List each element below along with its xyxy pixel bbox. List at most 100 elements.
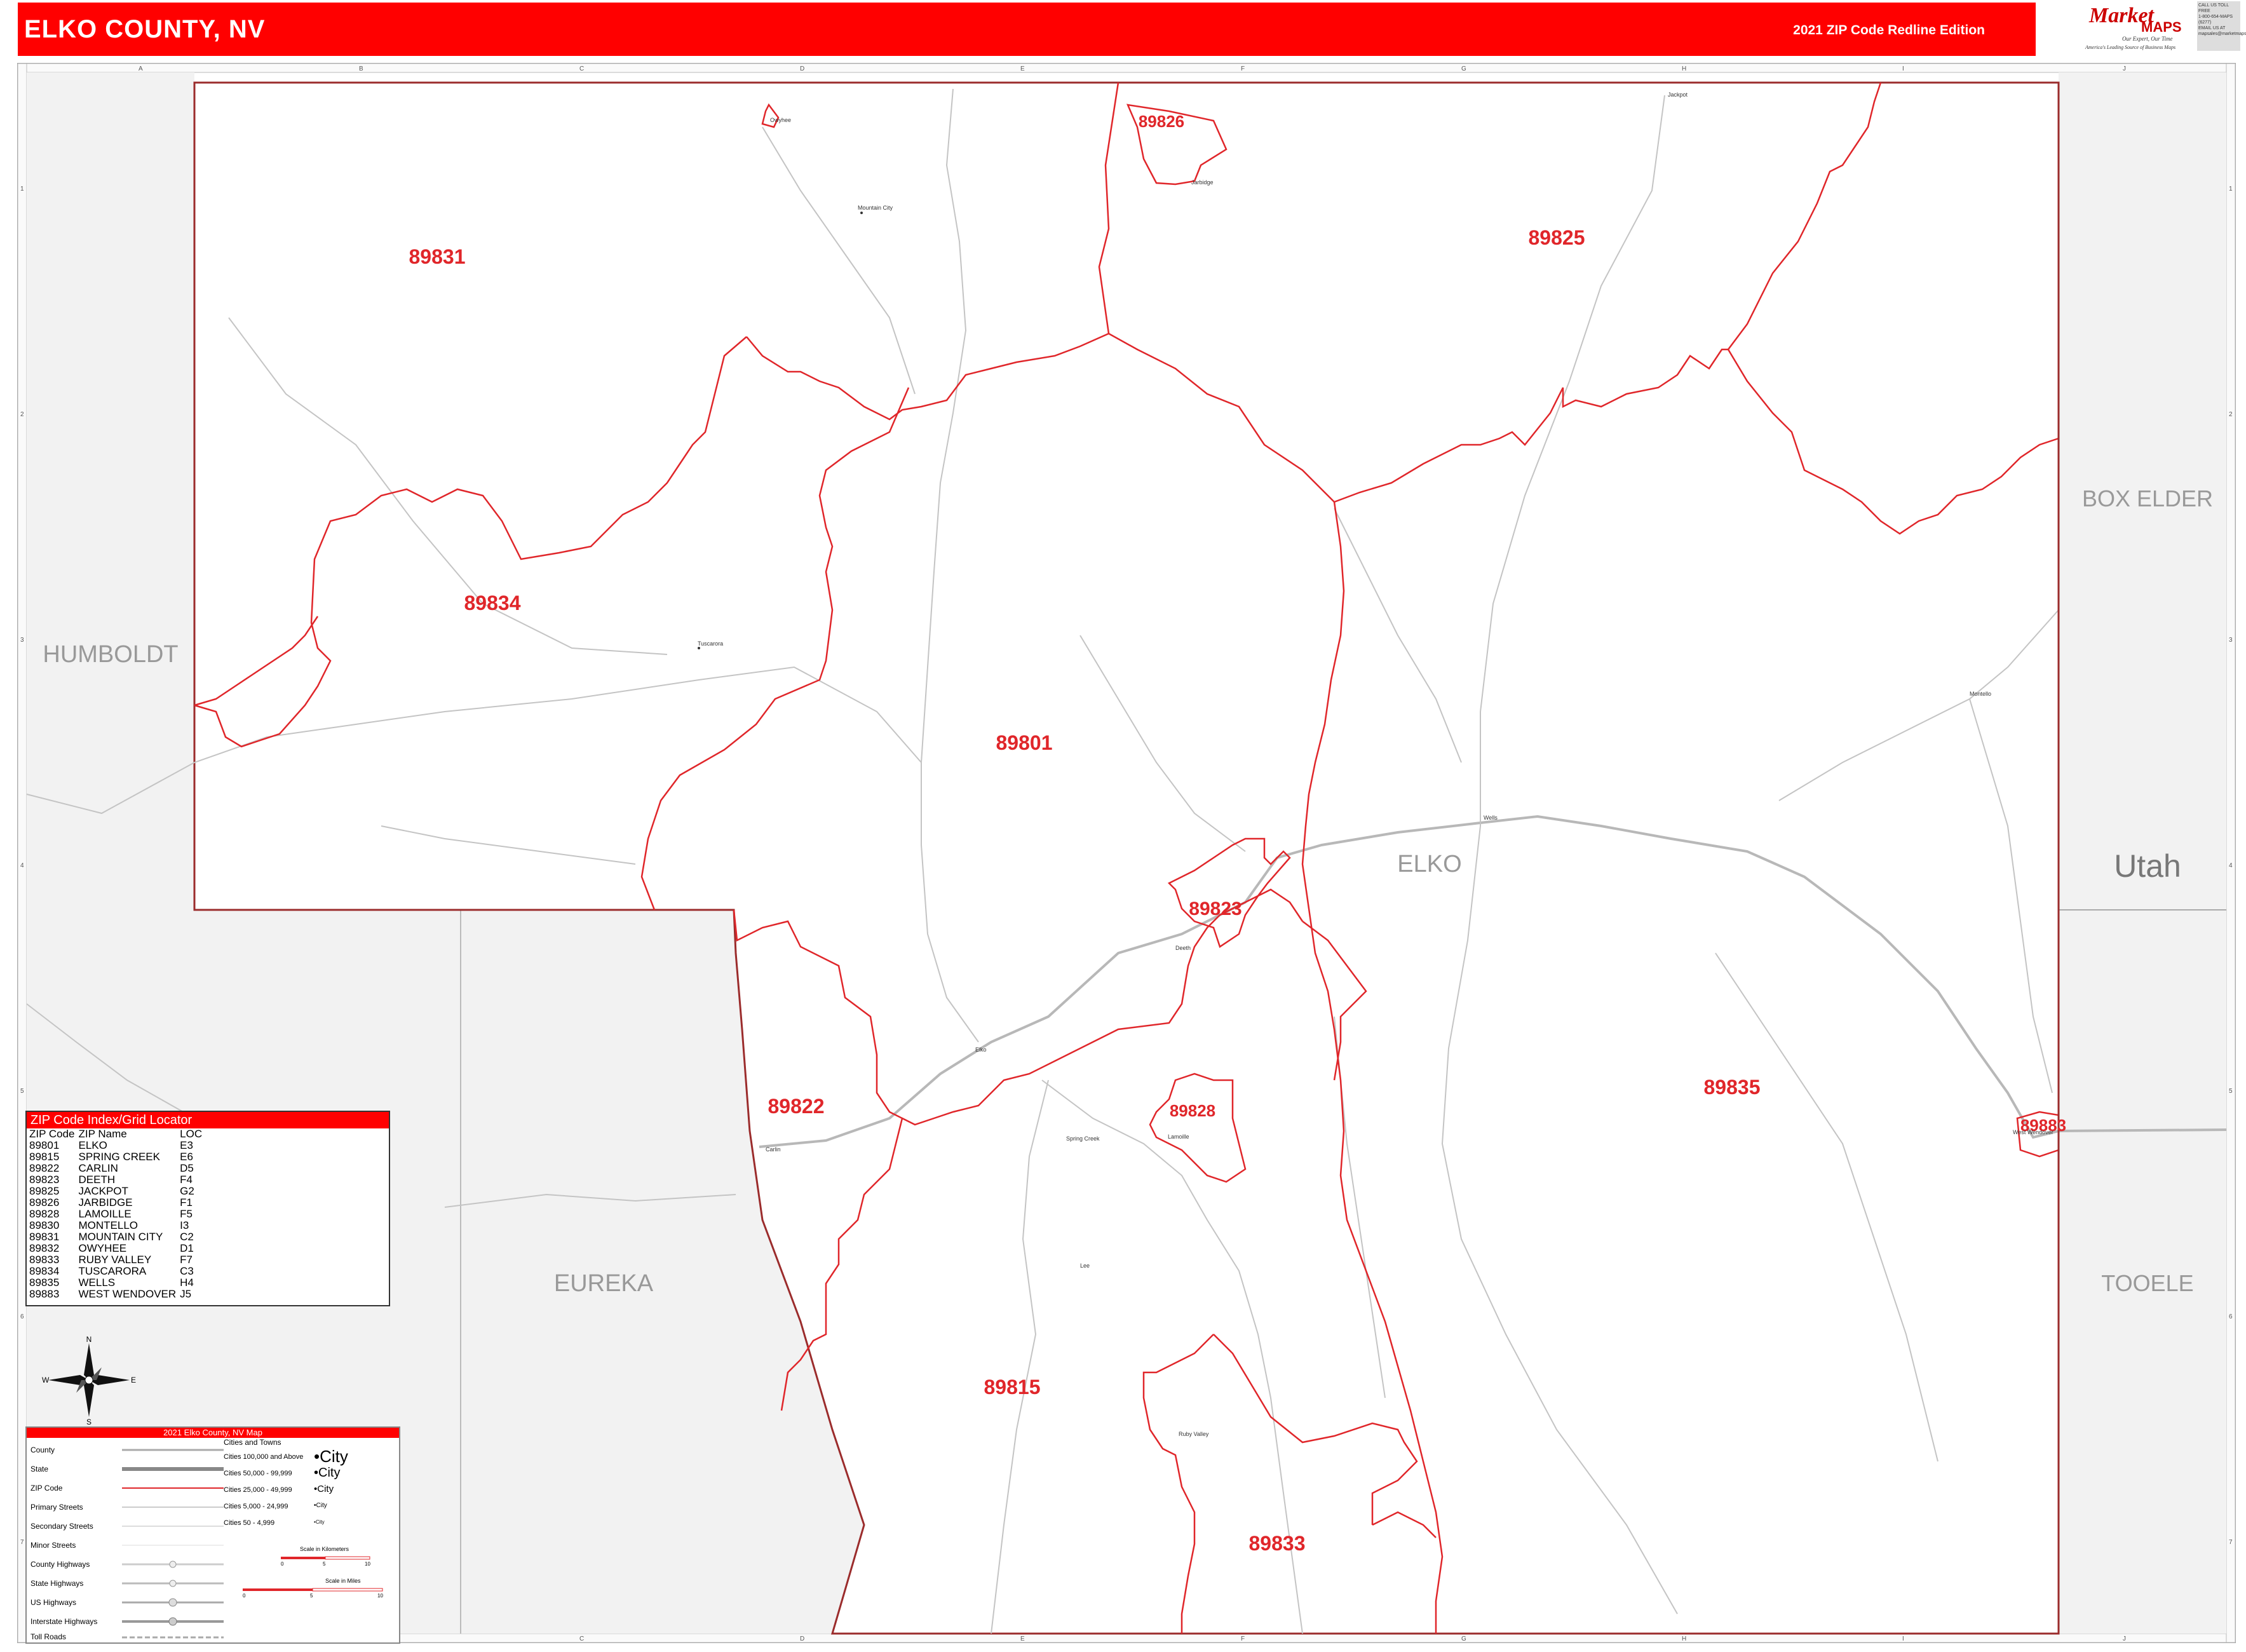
zip-loc-cell: J5 (180, 1288, 192, 1300)
town-carlin: Carlin (766, 1146, 781, 1153)
table-row: 89832 OWYHEE D1 (29, 1243, 206, 1254)
scale-bar-mi-seg-2 (312, 1588, 383, 1592)
zip-code-cell: 89825 (29, 1185, 60, 1197)
neighbor-label-box-elder: BOX ELDER (2082, 485, 2213, 511)
grid-row-4-right: 4 (2229, 862, 2233, 869)
grid-col-i-bottom: I (1902, 1635, 1904, 1642)
zip-loc-cell: F5 (180, 1208, 193, 1220)
legend-item-primary-streets: Primary Streets (30, 1503, 83, 1512)
zip-name-cell: JACKPOT (78, 1185, 128, 1197)
grid-col-d-bottom: D (800, 1635, 804, 1642)
zip-code-cell: 89801 (29, 1139, 60, 1151)
grid-col-a: A (139, 65, 143, 72)
grid-col-j-bottom: J (2123, 1635, 2126, 1642)
grid-col-i: I (1902, 65, 1904, 72)
zip-loc-cell: F4 (180, 1174, 193, 1186)
grid-col-h: H (1682, 65, 1686, 72)
zip-name-cell: ELKO (78, 1139, 107, 1151)
zip-name-cell: MOUNTAIN CITY (78, 1231, 163, 1243)
zip-label-89801: 89801 (996, 731, 1053, 754)
legend-city-sample-text: City (317, 1484, 334, 1494)
grid-row-7: 7 (20, 1539, 24, 1546)
grid-col-j: J (2123, 65, 2126, 72)
zip-loc-cell: D5 (180, 1162, 194, 1174)
zip-index-table: ZIP Code ZIP Name LOC 89801 ELKO E3 89815 S… (29, 1128, 206, 1300)
grid-col-h-bottom: H (1682, 1635, 1686, 1642)
scale-mi-tick-5: 5 (310, 1593, 313, 1598)
town-deeth: Deeth (1175, 945, 1191, 951)
legend-city-sample-2: •City (314, 1466, 341, 1480)
town-elko: Elko (975, 1046, 987, 1053)
compass-w: W (42, 1376, 50, 1385)
grid-row-7-right: 7 (2229, 1539, 2233, 1546)
legend-city-class-2: Cities 50,000 - 99,999 (224, 1470, 292, 1477)
grid-row-1-right: 1 (2229, 186, 2233, 193)
grid-row-2: 2 (20, 411, 24, 418)
neighbor-label-eureka: EUREKA (554, 1270, 654, 1297)
grid-row-2-right: 2 (2229, 411, 2233, 418)
zip-label-89823: 89823 (1189, 898, 1241, 919)
legend-city-sample-4: •City (314, 1502, 327, 1509)
compass-rose-icon: N S W E (42, 1336, 136, 1425)
neighbor-label-utah: Utah (2114, 848, 2181, 884)
legend-city-sample-1: •City (314, 1447, 348, 1466)
legend-city-sample-text: City (316, 1502, 327, 1509)
table-row: 89834 TUSCARORA C3 (29, 1266, 206, 1277)
legend-item-county-highways: County Highways (30, 1560, 90, 1569)
scale-bar-mi-seg-1 (243, 1588, 313, 1591)
zip-index-header: ZIP Name (78, 1128, 127, 1140)
zip-label-89834: 89834 (464, 592, 521, 614)
zip-label-89835: 89835 (1704, 1076, 1761, 1099)
table-row: 89801 ELKO E3 (29, 1140, 206, 1151)
compass-center (85, 1376, 93, 1385)
zip-loc-cell: F7 (180, 1254, 193, 1266)
table-row: 89831 MOUNTAIN CITY C2 (29, 1231, 206, 1243)
county-map: A B C D E F G H I J A B C D E F G H I J … (17, 63, 2236, 1643)
zip-label-89828: 89828 (1170, 1101, 1215, 1120)
zip-loc-cell: G2 (180, 1185, 194, 1197)
town-jackpot: Jackpot (1668, 91, 1688, 98)
legend-city-sample-text: City (318, 1466, 341, 1480)
town-ruby-valley: Ruby Valley (1179, 1431, 1209, 1437)
legend-cities-heading: Cities and Towns (224, 1438, 281, 1447)
zip-loc-cell: E6 (180, 1151, 193, 1163)
zip-index-header: LOC (180, 1128, 203, 1140)
legend-scale-km-label: Scale in Kilometers (300, 1546, 349, 1552)
legend-city-class-1: Cities 100,000 and Above (224, 1453, 304, 1461)
legend-city-class-4: Cities 5,000 - 24,999 (224, 1503, 288, 1510)
compass-s: S (86, 1418, 91, 1425)
table-row: 89828 LAMOILLE F5 (29, 1209, 206, 1220)
zip-label-89833: 89833 (1249, 1532, 1306, 1555)
zip-label-89825: 89825 (1529, 226, 1585, 249)
zip-loc-cell: E3 (180, 1139, 193, 1151)
legend-city-sample-3: •City (314, 1484, 334, 1494)
legend-city-sample-text: City (315, 1519, 325, 1525)
legend-city-sample-text: City (320, 1447, 348, 1466)
zip-code-cell: 89815 (29, 1151, 60, 1163)
grid-row-5-right: 5 (2229, 1088, 2233, 1095)
town-montello: Montello (1970, 691, 1991, 697)
zip-index-header-row: ZIP Code ZIP Name LOC (29, 1128, 206, 1140)
legend-item-county: County (30, 1446, 55, 1454)
zip-code-cell: 89833 (29, 1254, 60, 1266)
town-jarbidge: Jarbidge (1191, 179, 1214, 186)
legend-shield-interstate (168, 1617, 177, 1626)
zip-index-header: ZIP Code (29, 1128, 75, 1140)
zip-name-cell: WEST WENDOVER (78, 1288, 177, 1300)
compass-n: N (86, 1336, 92, 1344)
zip-label-89831: 89831 (409, 245, 466, 268)
zip-code-cell: 89883 (29, 1288, 60, 1300)
town-mountain-city: Mountain City (858, 205, 893, 211)
grid-col-d: D (800, 65, 804, 72)
zip-name-cell: TUSCARORA (78, 1265, 147, 1277)
legend-shield-us (168, 1598, 177, 1607)
zip-code-cell: 89823 (29, 1174, 60, 1186)
grid-strip-right (2226, 63, 2236, 1643)
scale-km-tick-0: 0 (281, 1561, 284, 1566)
table-row: 89815 SPRING CREEK E6 (29, 1151, 206, 1163)
legend-item-zip: ZIP Code (30, 1484, 63, 1493)
legend-item-state: State (30, 1465, 49, 1473)
zip-name-cell: RUBY VALLEY (78, 1254, 152, 1266)
scale-mi-tick-10: 10 (377, 1593, 383, 1598)
legend-item-secondary-streets: Secondary Streets (30, 1522, 93, 1531)
